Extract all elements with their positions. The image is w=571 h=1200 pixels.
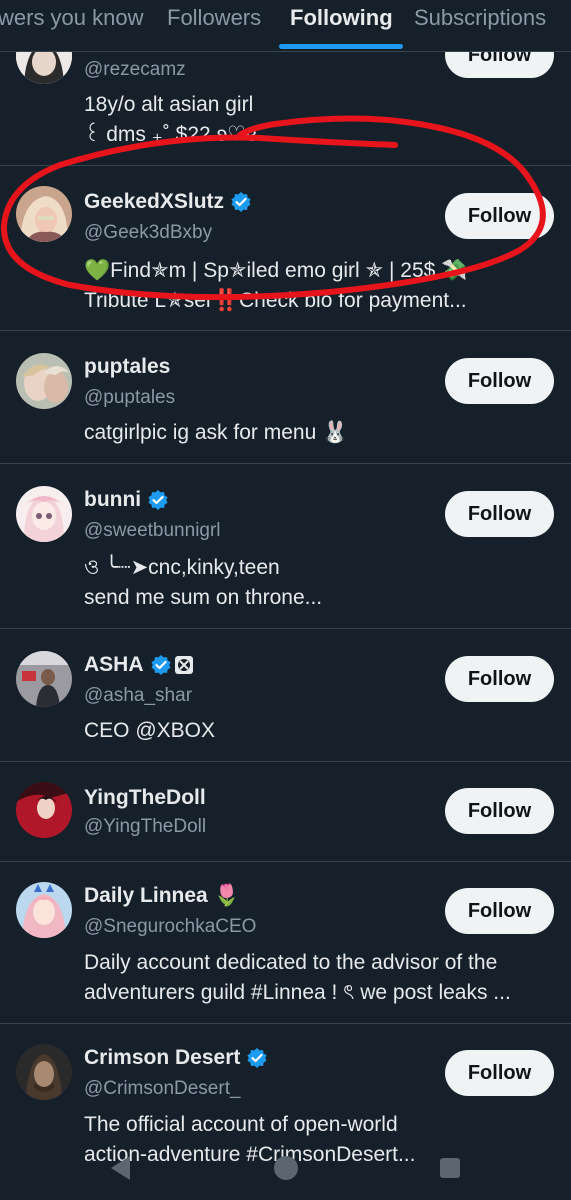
account-bio: catgirlpic ig ask for menu 🐰 (84, 421, 349, 444)
account-name[interactable]: GeekedXSlutz (84, 190, 252, 214)
avatar[interactable] (16, 1044, 72, 1100)
following-list: @rezecamz 18y/o alt asian girl ꒰ dms ₊˚ … (0, 0, 571, 1200)
follow-button[interactable]: Follow (445, 788, 554, 834)
account-handle[interactable]: @CrimsonDesert_ (84, 1078, 241, 1100)
active-tab-indicator (279, 44, 403, 49)
account-handle[interactable]: @YingTheDoll (84, 816, 206, 838)
account-name-text: Crimson Desert (84, 1046, 241, 1069)
account-name-text: Daily Linnea 🌷 (84, 884, 240, 907)
verified-badge-icon (148, 490, 168, 510)
list-item[interactable]: ASHA @asha_shar CEO @XBOX Follow (0, 629, 571, 762)
account-name-text: bunni (84, 488, 142, 511)
follow-button[interactable]: Follow (445, 358, 554, 404)
list-item[interactable]: YingTheDoll @YingTheDoll Follow (0, 762, 571, 862)
account-name[interactable]: ASHA (84, 653, 194, 677)
follow-button[interactable]: Follow (445, 888, 554, 934)
follow-button[interactable]: Follow (445, 491, 554, 537)
follow-button[interactable]: Follow (445, 656, 554, 702)
account-bio: CEO @XBOX (84, 719, 216, 742)
account-name[interactable]: puptales (84, 355, 170, 379)
account-name-text: GeekedXSlutz (84, 190, 225, 213)
avatar[interactable] (16, 186, 72, 242)
account-bio: Daily account dedicated to the advisor o… (84, 951, 511, 1004)
list-item[interactable]: GeekedXSlutz @Geek3dBxby 💚Find✯m | Sp✯il… (0, 166, 571, 331)
avatar[interactable] (16, 353, 72, 409)
account-name[interactable]: bunni (84, 488, 169, 512)
tab-following[interactable]: Following (290, 5, 393, 31)
verified-badge-icon (247, 1048, 267, 1068)
account-handle[interactable]: @SnegurochkaCEO (84, 916, 256, 938)
verified-badge-icon (150, 655, 171, 675)
account-handle[interactable]: @puptales (84, 387, 175, 409)
xbox-affiliate-icon (174, 656, 193, 674)
account-bio: 18y/o alt asian girl ꒰ dms ₊˚ $22 ʚ♡ɞ ..… (84, 93, 281, 146)
account-name-text: YingTheDoll (84, 786, 206, 809)
recents-icon[interactable] (438, 1156, 462, 1180)
avatar[interactable] (16, 782, 72, 838)
system-navigation-bar (0, 1140, 571, 1200)
tab-followers[interactable]: Followers (167, 5, 261, 31)
account-name-text: ASHA (84, 653, 144, 676)
list-item[interactable]: Daily Linnea 🌷 @SnegurochkaCEO Daily acc… (0, 862, 571, 1024)
account-handle[interactable]: @rezecamz (84, 59, 186, 81)
account-handle[interactable]: @Geek3dBxby (84, 222, 212, 244)
follow-button[interactable]: Follow (445, 1050, 554, 1096)
avatar[interactable] (16, 651, 72, 707)
account-name-text: puptales (84, 355, 171, 378)
account-handle[interactable]: @asha_shar (84, 685, 192, 707)
follow-button[interactable]: Follow (445, 193, 554, 239)
tab-subscriptions[interactable]: Subscriptions (414, 5, 546, 31)
list-item[interactable]: bunni @sweetbunnigrl ও ╰┈➤cnc,kinky,teen… (0, 464, 571, 629)
home-icon[interactable] (272, 1154, 300, 1182)
account-name[interactable]: Crimson Desert (84, 1046, 268, 1070)
tab-bar: wers you know Followers Following Subscr… (0, 0, 571, 52)
account-name[interactable]: Daily Linnea 🌷 (84, 884, 240, 908)
avatar[interactable] (16, 882, 72, 938)
list-item[interactable]: puptales @puptales catgirlpic ig ask for… (0, 331, 571, 464)
avatar[interactable] (16, 486, 72, 542)
account-handle[interactable]: @sweetbunnigrl (84, 520, 221, 542)
verified-badge-icon (231, 192, 251, 212)
back-icon[interactable] (108, 1154, 132, 1182)
account-name[interactable]: YingTheDoll (84, 786, 206, 810)
tab-followers-you-know[interactable]: wers you know (0, 5, 144, 31)
account-bio: 💚Find✯m | Sp✯iled emo girl ✯ | 25$ 💸 Tri… (84, 259, 468, 312)
account-bio: ও ╰┈➤cnc,kinky,teen send me sum on thron… (84, 556, 323, 609)
